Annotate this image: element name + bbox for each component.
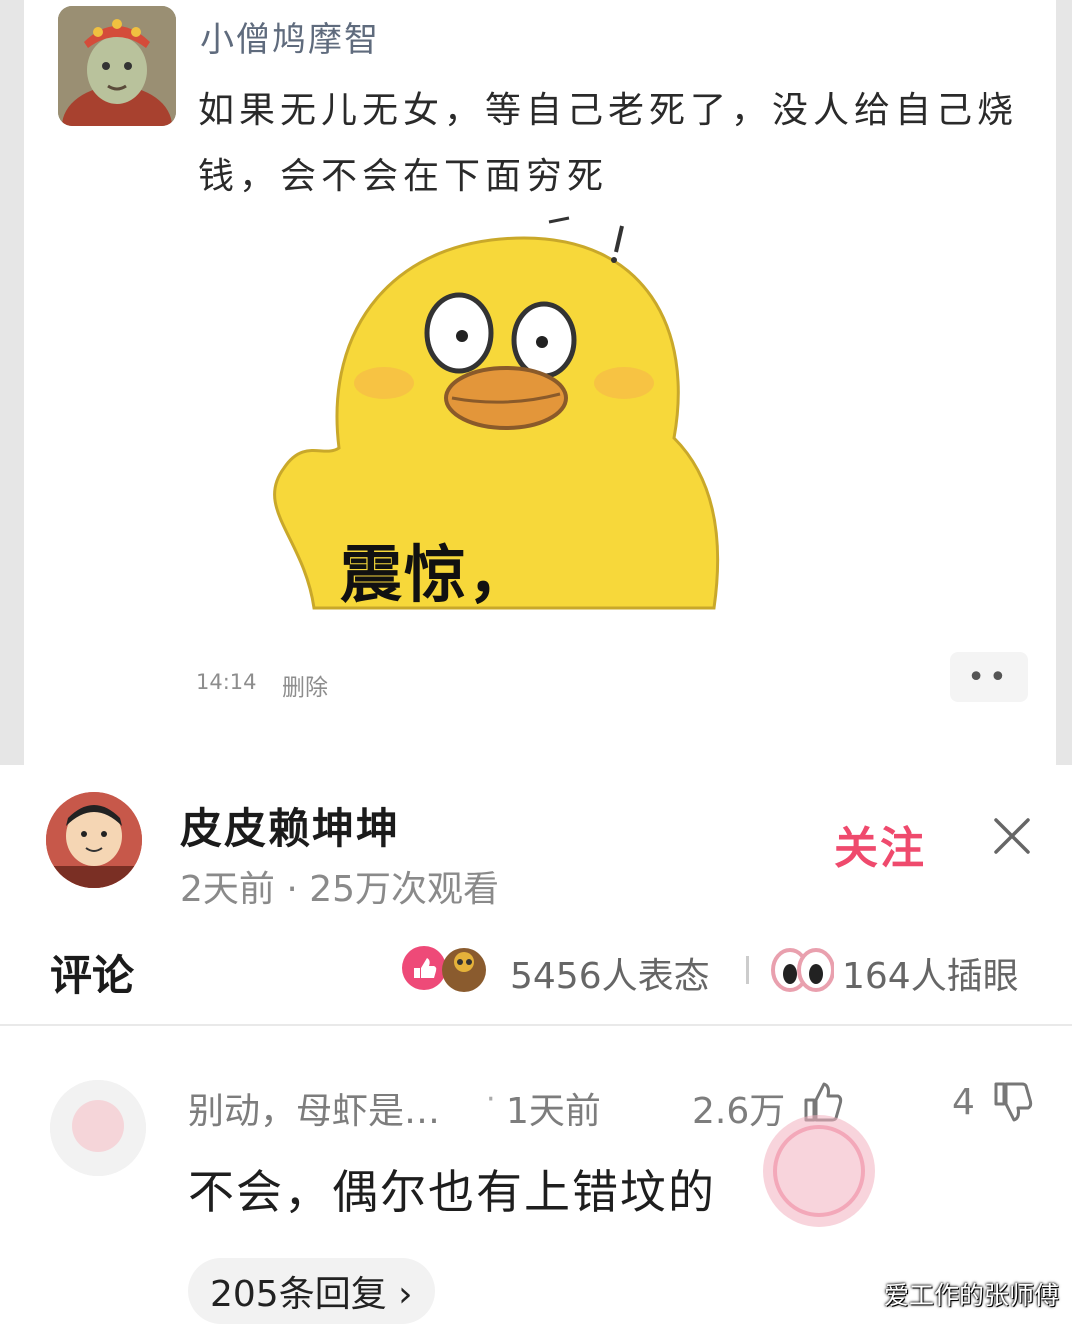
separator-dot: · xyxy=(486,1082,496,1117)
post-username[interactable]: 小僧鸠摩智 xyxy=(200,12,380,61)
close-icon[interactable] xyxy=(990,814,1034,858)
delete-link[interactable]: 删除 xyxy=(282,668,328,702)
more-icon[interactable]: •• xyxy=(950,652,1028,702)
comments-title: 评论 xyxy=(50,951,135,1000)
follow-button[interactable]: 关注 xyxy=(834,812,926,876)
divider xyxy=(0,1024,1072,1026)
post-time: 14:14 xyxy=(196,670,257,694)
post-avatar[interactable] xyxy=(58,6,176,126)
eyes-icon[interactable] xyxy=(770,940,834,996)
dislike-count: 4 xyxy=(952,1082,975,1123)
author-name[interactable]: 皮皮赖坤坤 xyxy=(180,795,400,856)
stamp-logo-icon xyxy=(763,1115,875,1227)
commenter-name[interactable]: 别动，母虾是… xyxy=(188,1082,440,1134)
comment-time: 1天前 xyxy=(506,1091,601,1132)
reaction-count: 5456人表态 xyxy=(510,956,710,997)
embedded-screenshot: 小僧鸠摩智 如果无儿无女，等自己老死了，没人给自己烧钱，会不会在下面穷死 震惊，… xyxy=(0,0,1072,765)
reaction-icons[interactable] xyxy=(398,940,498,996)
thumbs-down-icon[interactable] xyxy=(988,1078,1036,1126)
author-avatar[interactable] xyxy=(46,792,142,888)
comment-text: 不会，偶尔也有上错坟的 xyxy=(188,1165,716,1219)
view-replies-button[interactable]: 205条回复 › xyxy=(188,1258,435,1324)
sticker-caption: 震惊， xyxy=(340,538,533,611)
post-text: 如果无儿无女，等自己老死了，没人给自己烧钱，会不会在下面穷死 xyxy=(198,90,1019,197)
eye-count: 164人插眼 xyxy=(842,956,1019,997)
header-divider xyxy=(746,956,749,984)
watermark: 爱工作的张师傅 xyxy=(884,1281,1060,1310)
commenter-avatar[interactable] xyxy=(50,1080,146,1176)
post-card: 小僧鸠摩智 如果无儿无女，等自己老死了，没人给自己烧钱，会不会在下面穷死 震惊，… xyxy=(24,0,1056,765)
author-meta: 2天前 · 25万次观看 xyxy=(180,869,500,910)
